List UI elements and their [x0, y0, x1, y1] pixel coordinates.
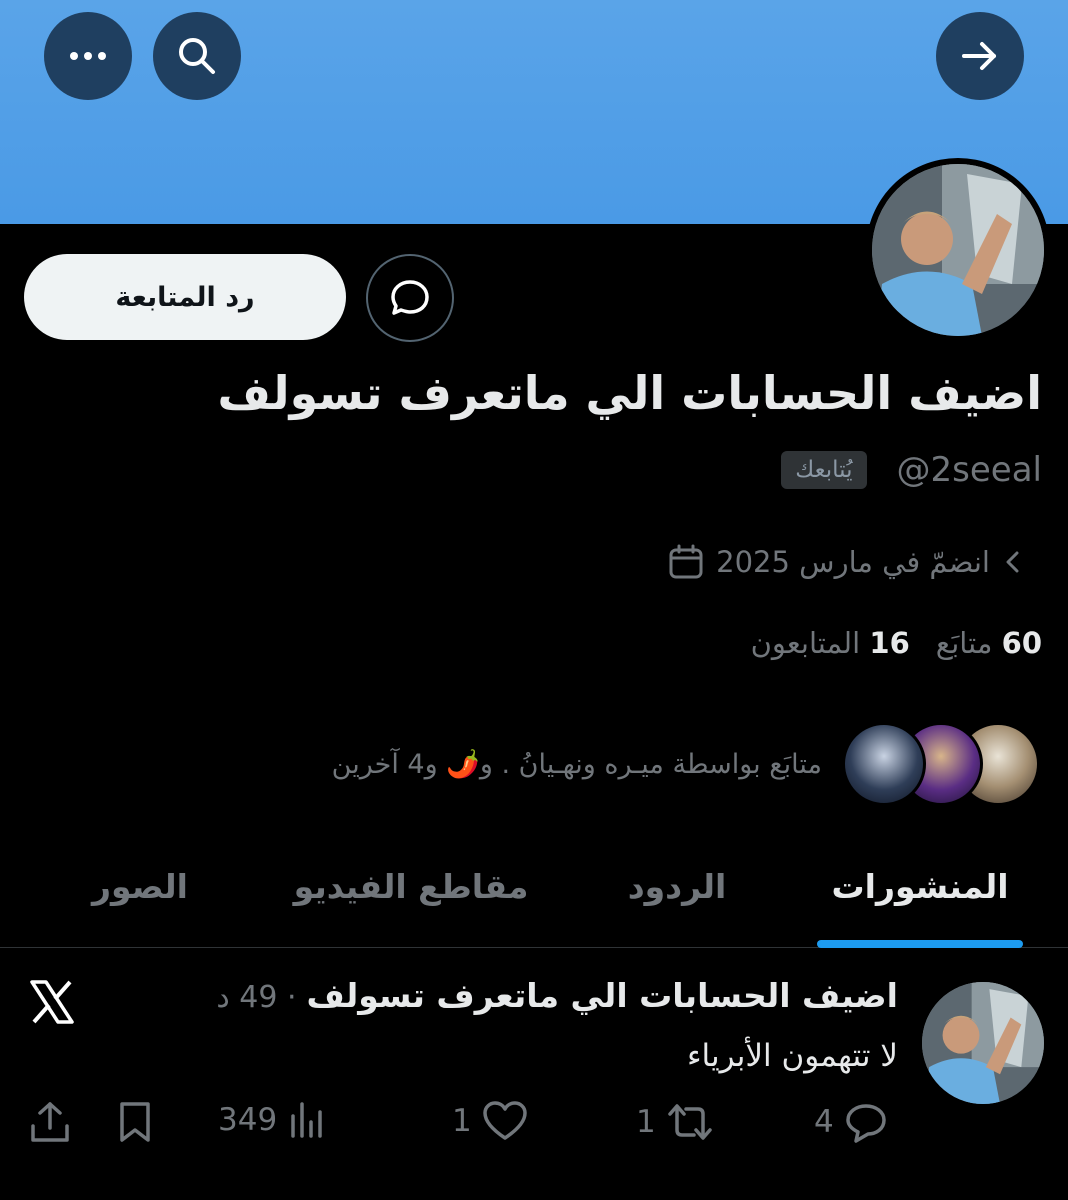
- more-button[interactable]: [44, 12, 132, 100]
- profile-tabs: المنشورات الردود مقاطع الفيديو الصور: [0, 840, 1068, 948]
- post-author-photo: [922, 982, 1044, 1104]
- tab-label: الصور: [92, 866, 188, 906]
- more-horizontal-icon: [70, 52, 106, 60]
- display-name: اضيف الحسابات الي ماتعرف تسولف: [217, 366, 1042, 420]
- message-bubble-icon: [391, 280, 429, 315]
- calendar-icon: [669, 544, 703, 579]
- back-button[interactable]: [936, 12, 1024, 100]
- followers-count: 16: [869, 626, 910, 660]
- active-tab-indicator: [817, 940, 1023, 948]
- x-logo-icon[interactable]: [28, 978, 76, 1026]
- views-count: 349: [218, 1102, 278, 1138]
- tab-photos[interactable]: الصور: [40, 840, 240, 932]
- arrow-right-icon: [962, 42, 996, 70]
- mutual-avatars: [842, 722, 1040, 806]
- views-chart-icon: [291, 1102, 322, 1138]
- tab-label: مقاطع الفيديو: [293, 866, 529, 906]
- tab-label: المنشورات: [831, 866, 1009, 906]
- bookmark-icon: [120, 1102, 150, 1142]
- follows-you-badge: يُتابعك: [781, 451, 867, 489]
- like-count: 1: [452, 1103, 472, 1139]
- share-button[interactable]: [28, 1100, 72, 1144]
- followers-count-link[interactable]: 16 المتابعون: [751, 626, 910, 660]
- following-count: 60: [1001, 626, 1042, 660]
- mutual-avatar: [842, 722, 926, 806]
- profile-avatar[interactable]: [866, 158, 1050, 342]
- post-author-name[interactable]: اضيف الحسابات الي ماتعرف تسولف: [307, 976, 898, 1015]
- user-handle: @2seeal: [896, 450, 1042, 490]
- follow-counts: 60 متابَع 16 المتابعون: [751, 626, 1042, 660]
- like-button[interactable]: 1: [452, 1100, 528, 1142]
- repost-button[interactable]: 1: [636, 1100, 714, 1144]
- tab-replies[interactable]: الردود: [582, 840, 772, 932]
- reply-icon: [845, 1104, 886, 1143]
- post-item[interactable]: اضيف الحسابات الي ماتعرف تسولف · 49 د لا…: [0, 950, 1068, 1200]
- post-time[interactable]: · 49 د: [216, 980, 296, 1015]
- repost-icon: [667, 1104, 712, 1140]
- followers-label: المتابعون: [750, 626, 861, 660]
- mutual-followers-text: متابَع بواسطة ميـره ونهـيانُ . و🌶️ و4 آخ…: [331, 749, 822, 780]
- tab-videos[interactable]: مقاطع الفيديو: [240, 840, 582, 932]
- chevron-left-icon: [1006, 551, 1019, 573]
- bookmark-button[interactable]: [116, 1100, 154, 1144]
- reply-button[interactable]: 4: [814, 1100, 888, 1144]
- following-label: متابَع: [935, 626, 993, 660]
- tab-label: الردود: [627, 866, 727, 906]
- following-count-link[interactable]: 60 متابَع: [936, 626, 1042, 660]
- heart-icon: [482, 1101, 527, 1140]
- post-header: اضيف الحسابات الي ماتعرف تسولف · 49 د: [216, 976, 898, 1015]
- reply-count: 4: [814, 1104, 834, 1140]
- joined-date: انضمّ في مارس 2025: [716, 545, 990, 579]
- views-button[interactable]: 349: [218, 1100, 327, 1140]
- joined-date-row[interactable]: انضمّ في مارس 2025: [668, 544, 1022, 580]
- message-button[interactable]: [366, 254, 454, 342]
- tab-posts[interactable]: المنشورات: [772, 840, 1068, 948]
- post-author-avatar[interactable]: [922, 982, 1044, 1104]
- profile-photo: [872, 164, 1044, 336]
- share-icon: [31, 1102, 69, 1142]
- repost-count: 1: [636, 1104, 656, 1140]
- post-text: لا تتهمون الأبرياء: [686, 1038, 898, 1074]
- mutual-followers-row[interactable]: متابَع بواسطة ميـره ونهـيانُ . و🌶️ و4 آخ…: [332, 722, 1040, 806]
- post-actions: 4 1 1 349: [0, 1100, 1068, 1160]
- follow-back-button[interactable]: رد المتابعة: [24, 254, 346, 340]
- search-button[interactable]: [153, 12, 241, 100]
- handle-row: @2seeal يُتابعك: [781, 450, 1042, 490]
- search-icon: [179, 38, 215, 74]
